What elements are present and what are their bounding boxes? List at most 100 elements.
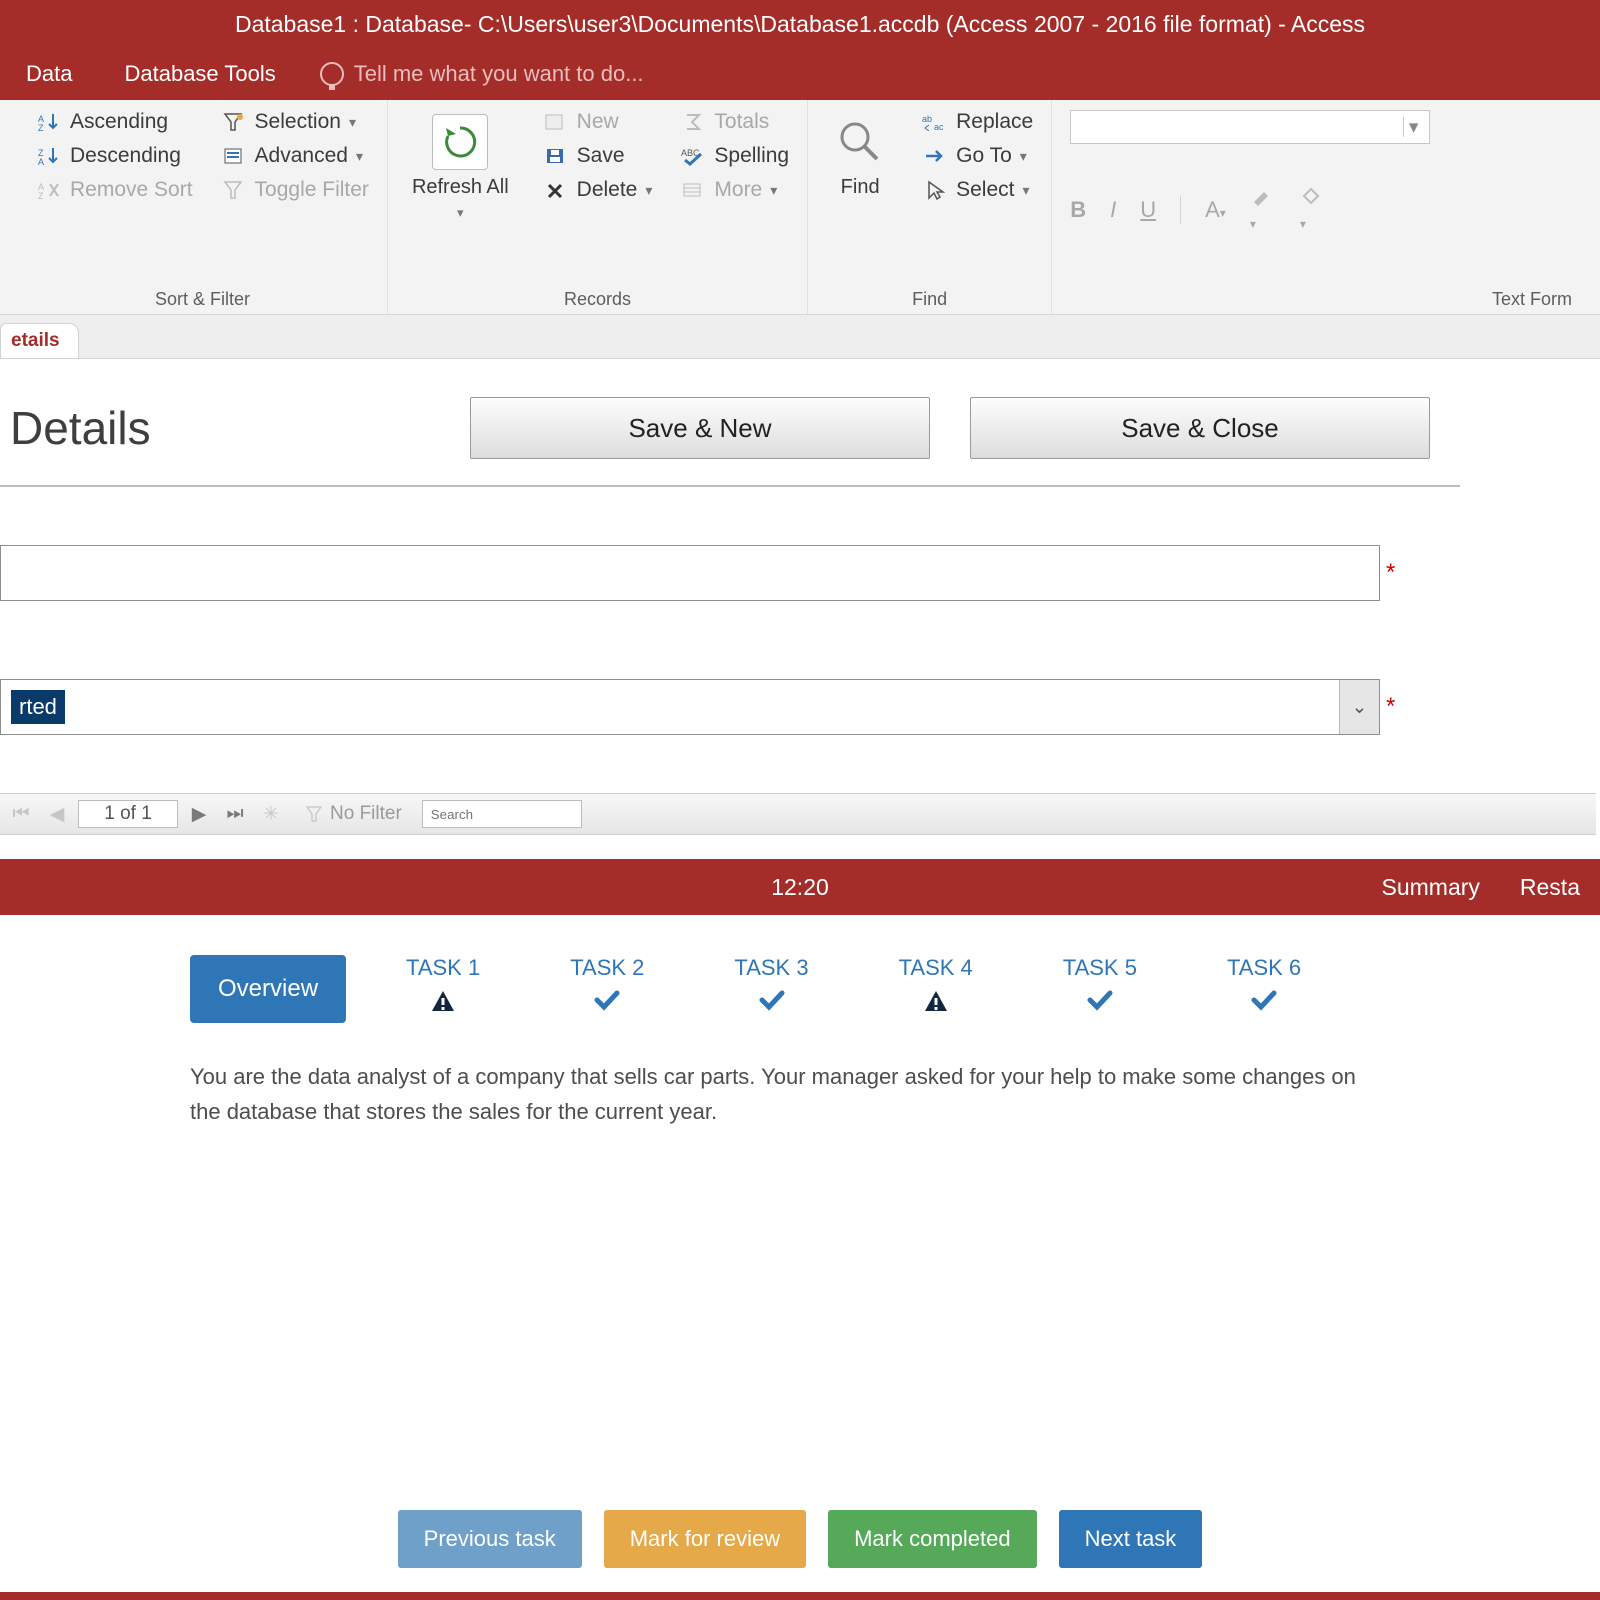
refresh-icon	[432, 114, 488, 170]
document-tabs: etails	[0, 315, 1600, 359]
task-panel-header: 12:20 Summary Resta	[0, 859, 1600, 915]
highlight-button[interactable]: ▾	[1250, 186, 1276, 234]
nav-prev-button[interactable]: ◀	[42, 800, 72, 828]
goto-button[interactable]: Go To	[922, 144, 1033, 168]
group-sort-filter: AZ Ascending ZA Descending AZ Remove Sor…	[18, 100, 388, 314]
status-combobox[interactable]: rted ⌄	[0, 679, 1380, 735]
ribbon-tab-row: Data Database Tools Tell me what you wan…	[0, 48, 1600, 100]
descending-button[interactable]: ZA Descending	[36, 144, 193, 168]
ascending-button[interactable]: AZ Ascending	[36, 110, 193, 134]
svg-text:ab: ab	[922, 114, 932, 124]
task-footer: Previous task Mark for review Mark compl…	[0, 1510, 1600, 1568]
save-and-new-button[interactable]: Save & New	[470, 397, 930, 459]
restart-link[interactable]: Resta	[1520, 874, 1580, 901]
font-family-select[interactable]: ▾	[1070, 110, 1430, 144]
replace-button[interactable]: abac Replace	[922, 110, 1033, 134]
refresh-all-button[interactable]: Refresh All▾	[406, 110, 515, 225]
mark-for-review-button[interactable]: Mark for review	[604, 1510, 806, 1568]
nav-next-button[interactable]: ▶	[184, 800, 214, 828]
task-label: TASK 5	[1063, 955, 1137, 981]
record-search-input[interactable]	[422, 800, 582, 828]
tell-me-search[interactable]: Tell me what you want to do...	[320, 61, 644, 87]
task-tab-3[interactable]: TASK 3	[734, 955, 808, 1013]
required-asterisk: *	[1380, 693, 1395, 721]
warning-icon	[923, 989, 949, 1013]
fill-color-button[interactable]: ▾	[1300, 186, 1322, 234]
underline-button[interactable]: U	[1140, 197, 1156, 223]
spelling-button[interactable]: ABC Spelling	[680, 144, 789, 168]
mark-completed-button[interactable]: Mark completed	[828, 1510, 1037, 1568]
save-and-close-button[interactable]: Save & Close	[970, 397, 1430, 459]
record-position-box[interactable]: 1 of 1	[78, 800, 178, 828]
funnel-selection-icon	[221, 111, 247, 133]
advanced-filter-icon	[221, 145, 247, 167]
details-text-field[interactable]	[0, 545, 1380, 601]
separator	[1180, 196, 1181, 224]
record-navigator: ⏮ ◀ 1 of 1 ▶ ⏭ ✳ No Filter	[0, 793, 1596, 835]
nav-last-button[interactable]: ⏭	[220, 800, 250, 828]
more-button[interactable]: More	[680, 178, 789, 202]
group-label-textformat: Text Form	[1070, 285, 1582, 310]
tab-database-tools[interactable]: Database Tools	[98, 61, 301, 87]
form-tab-details[interactable]: etails	[0, 323, 79, 358]
task-tab-6[interactable]: TASK 6	[1227, 955, 1301, 1013]
tab-data[interactable]: Data	[0, 61, 98, 87]
window-titlebar: Database1 : Database- C:\Users\user3\Doc…	[0, 0, 1600, 48]
check-icon	[594, 989, 620, 1011]
bottom-stripe	[0, 1592, 1600, 1600]
tell-me-placeholder: Tell me what you want to do...	[354, 61, 644, 87]
svg-text:ac: ac	[934, 122, 944, 131]
group-label-sortfilter: Sort & Filter	[36, 285, 369, 310]
previous-task-button[interactable]: Previous task	[398, 1510, 582, 1568]
funnel-icon	[221, 179, 247, 201]
new-record-icon	[543, 111, 569, 133]
more-icon	[680, 179, 706, 201]
svg-text:A: A	[38, 157, 44, 166]
next-task-button[interactable]: Next task	[1059, 1510, 1203, 1568]
task-label: TASK 3	[734, 955, 808, 981]
task-description: You are the data analyst of a company th…	[0, 1033, 1420, 1129]
selection-button[interactable]: Selection	[221, 110, 369, 134]
check-icon	[1087, 989, 1113, 1011]
delete-record-button[interactable]: Delete	[543, 178, 653, 202]
totals-button[interactable]: Totals	[680, 110, 789, 134]
task-tab-1[interactable]: TASK 1	[406, 955, 480, 1013]
ribbon: AZ Ascending ZA Descending AZ Remove Sor…	[0, 100, 1600, 315]
new-record-button[interactable]: New	[543, 110, 653, 134]
save-icon	[543, 145, 569, 167]
funnel-icon	[306, 806, 324, 822]
lightbulb-icon	[320, 62, 344, 86]
group-label-find: Find	[826, 285, 1033, 310]
chevron-down-icon[interactable]: ⌄	[1339, 680, 1379, 734]
bold-button[interactable]: B	[1070, 197, 1086, 223]
divider	[0, 485, 1460, 487]
task-label: TASK 2	[570, 955, 644, 981]
nav-first-button[interactable]: ⏮	[6, 800, 36, 828]
summary-link[interactable]: Summary	[1382, 874, 1480, 901]
goto-icon	[922, 145, 948, 167]
task-tab-5[interactable]: TASK 5	[1063, 955, 1137, 1013]
task-label: TASK 1	[406, 955, 480, 981]
select-button[interactable]: Select	[922, 178, 1033, 202]
sigma-icon	[680, 111, 706, 133]
chevron-down-icon: ▾	[1403, 117, 1423, 137]
task-tab-2[interactable]: TASK 2	[570, 955, 644, 1013]
font-color-button[interactable]: A▾	[1205, 197, 1226, 223]
form-area: Details Save & New Save & Close * rted ⌄…	[0, 359, 1600, 835]
task-tab-4[interactable]: TASK 4	[899, 955, 973, 1013]
magnifier-icon	[832, 114, 888, 170]
advanced-button[interactable]: Advanced	[221, 144, 369, 168]
warning-icon	[430, 989, 456, 1013]
save-record-button[interactable]: Save	[543, 144, 653, 168]
italic-button[interactable]: I	[1110, 197, 1116, 223]
toggle-filter-button[interactable]: Toggle Filter	[221, 178, 369, 202]
window-title: Database1 : Database- C:\Users\user3\Doc…	[235, 11, 1365, 38]
group-label-records: Records	[406, 285, 789, 310]
filter-indicator[interactable]: No Filter	[306, 803, 402, 825]
find-button[interactable]: Find	[826, 110, 894, 203]
nav-new-button[interactable]: ✳	[256, 800, 286, 828]
delete-icon	[543, 179, 569, 201]
remove-sort-button[interactable]: AZ Remove Sort	[36, 178, 193, 202]
group-find: Find abac Replace Go To	[808, 100, 1052, 314]
overview-button[interactable]: Overview	[190, 955, 346, 1023]
